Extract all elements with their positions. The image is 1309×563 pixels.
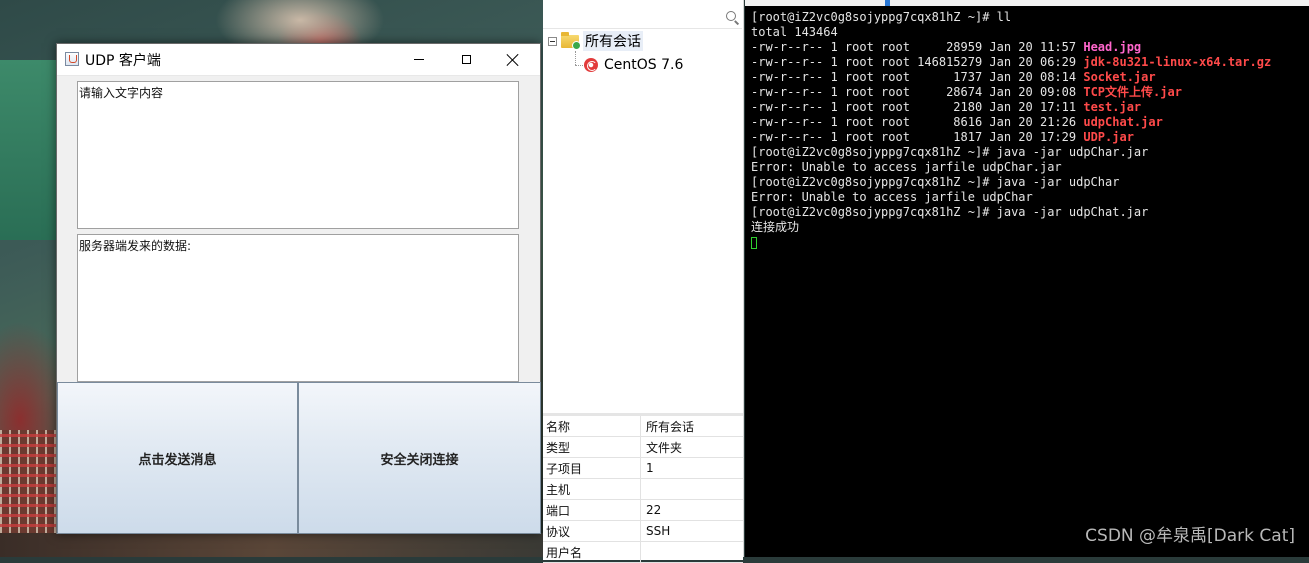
terminal-line: [root@iZ2vc0g8sojyppg7cqx81hZ ~]# java -… [751, 175, 1120, 189]
search-icon[interactable] [726, 11, 736, 21]
file-listing-line: -rw-r--r-- 1 root root 1737 Jan 20 08:14… [751, 70, 1309, 85]
collapse-toggle-icon[interactable] [548, 36, 557, 46]
tree-connector [575, 51, 576, 65]
minimize-icon [414, 59, 424, 60]
session-folder-icon [561, 31, 581, 50]
file-listing-line: -rw-r--r-- 1 root root 2180 Jan 20 17:11… [751, 100, 1309, 115]
session-search-input[interactable] [543, 6, 742, 29]
property-key: 用户名 [543, 542, 641, 562]
close-connection-label: 安全关闭连接 [380, 452, 459, 468]
property-grid: 名称 所有会话 类型 文件夹 子项目 1 主机 端口 22 协议 SSH 用户名 [543, 413, 743, 563]
wallpaper-detail [0, 60, 60, 240]
window-titlebar[interactable]: UDP 客户端 [57, 44, 540, 76]
terminal-line: Error: Unable to access jarfile udpChar.… [751, 160, 1062, 174]
tree-root-label: 所有会话 [583, 31, 643, 51]
property-value: 所有会话 [646, 419, 695, 434]
file-name: Socket.jar [1083, 70, 1156, 84]
file-listing-line: -rw-r--r-- 1 root root 146815279 Jan 20 … [751, 55, 1309, 70]
session-manager-panel: 所有会话 CentOS 7.6 名称 所有会话 类型 文件夹 子项目 1 主机 … [543, 0, 744, 563]
centos-session-icon [584, 58, 598, 72]
file-name: UDP.jar [1083, 130, 1134, 144]
file-listing-line: -rw-r--r-- 1 root root 28959 Jan 20 11:5… [751, 40, 1309, 55]
udp-client-window: UDP 客户端 请输入文字内容 服务器端发来的数据: 点击发送消息 安全关闭连接 [56, 43, 541, 534]
file-listing-line: -rw-r--r-- 1 root root 1817 Jan 20 17:29… [751, 130, 1309, 145]
property-row[interactable]: 子项目 1 [543, 458, 743, 479]
send-message-label: 点击发送消息 [138, 452, 217, 468]
property-value: 22 [646, 503, 662, 517]
file-listing-line: -rw-r--r-- 1 root root 28674 Jan 20 09:0… [751, 85, 1309, 100]
file-meta: -rw-r--r-- 1 root root 28674 Jan 20 09:0… [751, 85, 1084, 99]
file-name: udpChat.jar [1083, 115, 1163, 129]
terminal-line: 连接成功 [751, 220, 800, 234]
terminal-line: Error: Unable to access jarfile udpChar [751, 190, 1033, 204]
file-meta: -rw-r--r-- 1 root root 2180 Jan 20 17:11 [751, 100, 1084, 114]
window-title: UDP 客户端 [85, 53, 161, 69]
maximize-button[interactable] [443, 44, 489, 75]
file-meta: -rw-r--r-- 1 root root 146815279 Jan 20 … [751, 55, 1084, 69]
minimize-button[interactable] [396, 44, 442, 75]
close-connection-button[interactable]: 安全关闭连接 [298, 382, 541, 534]
terminal-prompt-line [751, 235, 1309, 250]
file-name: test.jar [1083, 100, 1142, 114]
ssh-terminal[interactable]: [root@iZ2vc0g8sojyppg7cqx81hZ ~]# ll tot… [745, 0, 1309, 557]
terminal-cursor [751, 236, 757, 249]
message-input[interactable]: 请输入文字内容 [77, 81, 519, 229]
terminal-line: total 143464 [751, 25, 838, 39]
terminal-line: [root@iZ2vc0g8sojyppg7cqx81hZ ~]# java -… [751, 205, 1149, 219]
file-meta: -rw-r--r-- 1 root root 1817 Jan 20 17:29 [751, 130, 1084, 144]
close-icon [507, 54, 519, 66]
property-value: SSH [646, 524, 671, 538]
property-key: 端口 [543, 500, 641, 520]
property-row[interactable]: 用户名 [543, 542, 743, 563]
file-name: Head.jpg [1083, 40, 1142, 54]
terminal-tab-strip [745, 0, 1309, 6]
file-meta: -rw-r--r-- 1 root root 8616 Jan 20 21:26 [751, 115, 1084, 129]
property-value: 1 [646, 461, 654, 475]
property-row[interactable]: 名称 所有会话 [543, 416, 743, 437]
tree-item-centos[interactable]: CentOS 7.6 [584, 55, 683, 75]
send-message-button[interactable]: 点击发送消息 [57, 382, 298, 534]
close-window-button[interactable] [490, 44, 536, 75]
property-key: 主机 [543, 479, 641, 499]
property-key: 协议 [543, 521, 641, 541]
property-key: 名称 [543, 416, 641, 436]
terminal-line: [root@iZ2vc0g8sojyppg7cqx81hZ ~]# java -… [751, 145, 1149, 159]
property-value: 文件夹 [646, 440, 683, 455]
tree-item-all-sessions[interactable]: 所有会话 [548, 31, 738, 51]
tree-child-label: CentOS 7.6 [604, 57, 684, 73]
terminal-output: [root@iZ2vc0g8sojyppg7cqx81hZ ~]# ll tot… [751, 10, 1309, 250]
property-row[interactable]: 端口 22 [543, 500, 743, 521]
file-meta: -rw-r--r-- 1 root root 1737 Jan 20 08:14 [751, 70, 1084, 84]
property-row[interactable]: 主机 [543, 479, 743, 500]
maximize-icon [461, 55, 471, 64]
property-key: 类型 [543, 437, 641, 457]
watermark-text: CSDN @牟泉禹[Dark Cat] [1085, 526, 1295, 546]
server-data-area[interactable]: 服务器端发来的数据: [77, 234, 519, 382]
wallpaper-detail [0, 533, 543, 557]
property-key: 子项目 [543, 458, 641, 478]
property-row[interactable]: 类型 文件夹 [543, 437, 743, 458]
java-app-icon [65, 52, 79, 66]
file-name: TCP文件上传.jar [1083, 85, 1182, 99]
property-row[interactable]: 协议 SSH [543, 521, 743, 542]
file-listing-line: -rw-r--r-- 1 root root 8616 Jan 20 21:26… [751, 115, 1309, 130]
terminal-line: [root@iZ2vc0g8sojyppg7cqx81hZ ~]# ll [751, 10, 1012, 24]
file-meta: -rw-r--r-- 1 root root 28959 Jan 20 11:5… [751, 40, 1084, 54]
file-name: jdk-8u321-linux-x64.tar.gz [1083, 55, 1272, 69]
